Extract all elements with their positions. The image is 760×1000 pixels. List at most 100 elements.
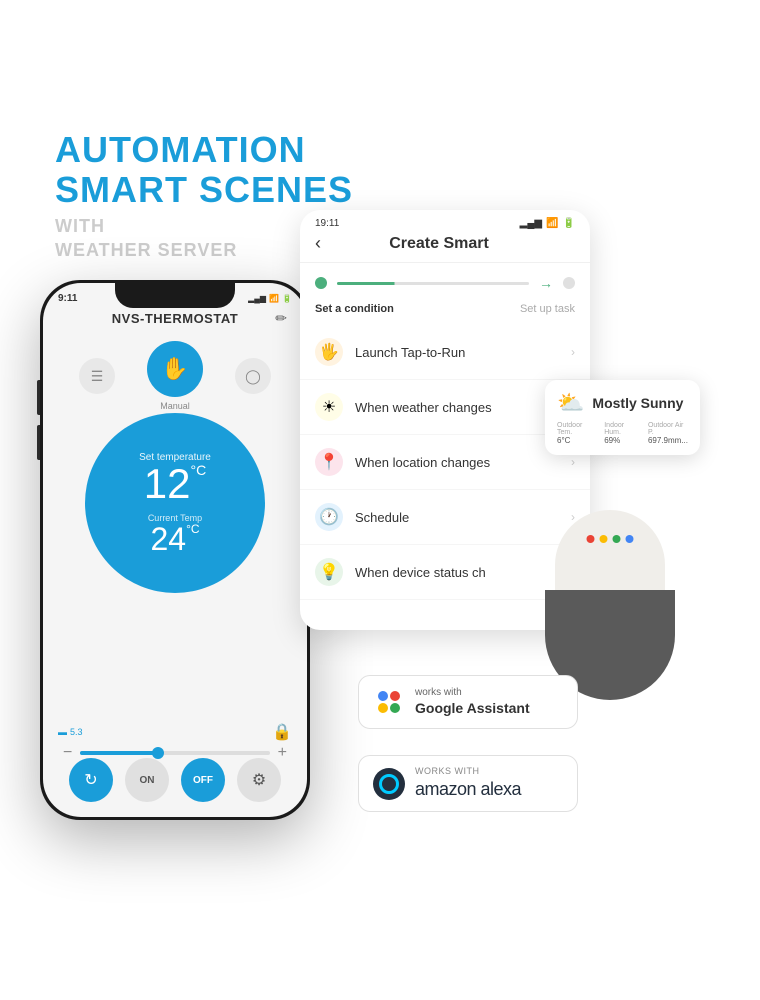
progress-bar: → — [300, 263, 590, 303]
device-name: NVS-THERMOSTAT — [112, 311, 238, 326]
ga-dot-blue — [378, 691, 388, 701]
on-button[interactable]: ON — [125, 758, 169, 802]
automation-title: AUTOMATION SMART SCENES — [55, 130, 353, 209]
off-button[interactable]: OFF — [181, 758, 225, 802]
google-home-body — [545, 520, 675, 700]
status-icons: ▂▄▆ 📶 🔋 — [248, 294, 292, 303]
wifi-icon: 📶 — [269, 294, 279, 303]
led-red — [587, 535, 595, 543]
google-assistant-text: works with Google Assistant — [415, 686, 530, 717]
air-pressure-label: Outdoor Air P. — [648, 422, 688, 436]
weather-condition-text: Mostly Sunny — [592, 395, 683, 411]
list-icon[interactable]: ☰ — [79, 358, 115, 394]
signal-icon: ▂▄▆ — [248, 294, 266, 303]
schedule-icon: 🕐 — [315, 503, 343, 531]
alexa-ring — [379, 774, 399, 794]
phone-time: 9:11 — [58, 293, 77, 304]
step2-indicator — [563, 277, 575, 289]
menu-label-2: When weather changes — [355, 400, 559, 415]
app-status-icons: ▂▄▆ 📶 🔋 — [520, 218, 575, 229]
edit-icon[interactable]: ✏ — [275, 310, 287, 327]
device-status-icon: 💡 — [315, 558, 343, 586]
tap-run-icon: 🖐 — [315, 338, 343, 366]
phone-screen: 9:11 ▂▄▆ 📶 🔋 NVS-THERMOSTAT ✏ ☰ ✋ Manual — [43, 283, 307, 817]
phone-bottom-row: ▬ 5.3 🔒 — [58, 722, 292, 742]
outdoor-temp-label: Outdoor Tem. — [557, 422, 596, 436]
works-with-label: works with — [415, 687, 462, 698]
led-yellow — [600, 535, 608, 543]
amazon-alexa-badge: WORKS WITH amazon alexa — [358, 755, 578, 812]
step2-label: Set up task — [520, 303, 575, 315]
settings-button[interactable]: ⚙ — [237, 758, 281, 802]
app-nav: ‹ Create Smart — [300, 233, 590, 263]
ga-dot-red — [390, 691, 400, 701]
menu-item-1[interactable]: 🖐 Launch Tap-to-Run › — [300, 325, 590, 380]
phone-mockup: 9:11 ▂▄▆ 📶 🔋 NVS-THERMOSTAT ✏ ☰ ✋ Manual — [40, 280, 310, 820]
ga-dot-yellow — [378, 703, 388, 713]
google-home-device — [520, 480, 700, 700]
arrow-icon-1: › — [571, 345, 575, 359]
weather-icon: ☀ — [315, 393, 343, 421]
battery-icon: 🔋 — [282, 294, 292, 303]
indoor-hum-value: 69% — [604, 436, 640, 445]
mode-icon[interactable]: ◯ — [235, 358, 271, 394]
app-status-bar: 19:11 ▂▄▆ 📶 🔋 — [300, 210, 590, 233]
back-button[interactable]: ‹ — [315, 233, 321, 254]
google-assistant-brand: Google Assistant — [415, 699, 530, 717]
slider-fill — [80, 751, 156, 755]
alexa-logo — [373, 768, 405, 800]
refresh-button[interactable]: ↻ — [69, 758, 113, 802]
app-time: 19:11 — [315, 218, 339, 229]
set-temp-label: Set temperature — [139, 452, 211, 463]
battery-bar-icon: ▬ — [58, 727, 67, 737]
current-temp-label: Current Temp — [148, 513, 202, 523]
arrow-icon-3: › — [571, 455, 575, 469]
ga-dot-green — [390, 703, 400, 713]
step1-label: Set a condition — [315, 303, 394, 315]
hand-icon: ✋ — [161, 356, 188, 382]
indoor-humidity-stat: Indoor Hum. 69% — [604, 422, 640, 445]
signal-icon: ▂▄▆ — [520, 218, 542, 229]
set-temp-unit: °C — [191, 463, 207, 477]
google-assistant-logo — [373, 686, 405, 718]
indoor-hum-label: Indoor Hum. — [604, 422, 640, 436]
weather-card-header: ⛅ Mostly Sunny — [557, 390, 688, 416]
phone-header: NVS-THERMOSTAT ✏ — [43, 311, 307, 326]
manual-button[interactable]: ✋ — [147, 341, 203, 397]
battery-icon: 🔋 — [563, 218, 575, 229]
temperature-circle: Set temperature 12 °C Current Temp 24 °C — [85, 413, 265, 593]
air-pressure-value: 697.9mm... — [648, 436, 688, 445]
battery-value: 5.3 — [70, 727, 83, 737]
alexa-works-with-label: WORKS WITH — [415, 766, 480, 776]
step1-indicator — [315, 277, 327, 289]
lock-icon[interactable]: 🔒 — [272, 722, 292, 742]
amazon-alexa-brand: amazon alexa — [415, 778, 521, 801]
google-assistant-badge: works with Google Assistant — [358, 675, 578, 729]
outdoor-temp-value: 6°C — [557, 436, 596, 445]
google-dots — [378, 691, 400, 713]
manual-label: Manual — [147, 401, 203, 411]
outdoor-temp-stat: Outdoor Tem. 6°C — [557, 422, 596, 445]
weather-condition-icon: ⛅ — [557, 390, 584, 416]
menu-label-3: When location changes — [355, 455, 559, 470]
set-temp-value: 12 — [144, 463, 191, 505]
current-temp-value: 24 — [150, 523, 186, 555]
led-blue — [626, 535, 634, 543]
progress-line — [337, 282, 529, 285]
air-pressure-stat: Outdoor Air P. 697.9mm... — [648, 422, 688, 445]
alexa-text: WORKS WITH amazon alexa — [415, 766, 521, 801]
weather-stats: Outdoor Tem. 6°C Indoor Hum. 69% Outdoor… — [557, 422, 688, 445]
progress-arrow: → — [539, 275, 553, 291]
bottom-controls: ↻ ON OFF ⚙ — [43, 758, 307, 802]
battery-level: ▬ 5.3 — [58, 727, 83, 737]
app-title: Create Smart — [389, 235, 489, 253]
slider-track[interactable] — [80, 751, 269, 755]
current-temp-unit: °C — [186, 523, 199, 535]
phone-notch — [115, 283, 235, 308]
menu-label-1: Launch Tap-to-Run — [355, 345, 559, 360]
google-home-led-dots — [587, 535, 634, 543]
led-green — [613, 535, 621, 543]
location-icon: 📍 — [315, 448, 343, 476]
thermostat-controls: ☰ ✋ Manual ◯ — [43, 341, 307, 411]
weather-card: ⛅ Mostly Sunny Outdoor Tem. 6°C Indoor H… — [545, 380, 700, 455]
